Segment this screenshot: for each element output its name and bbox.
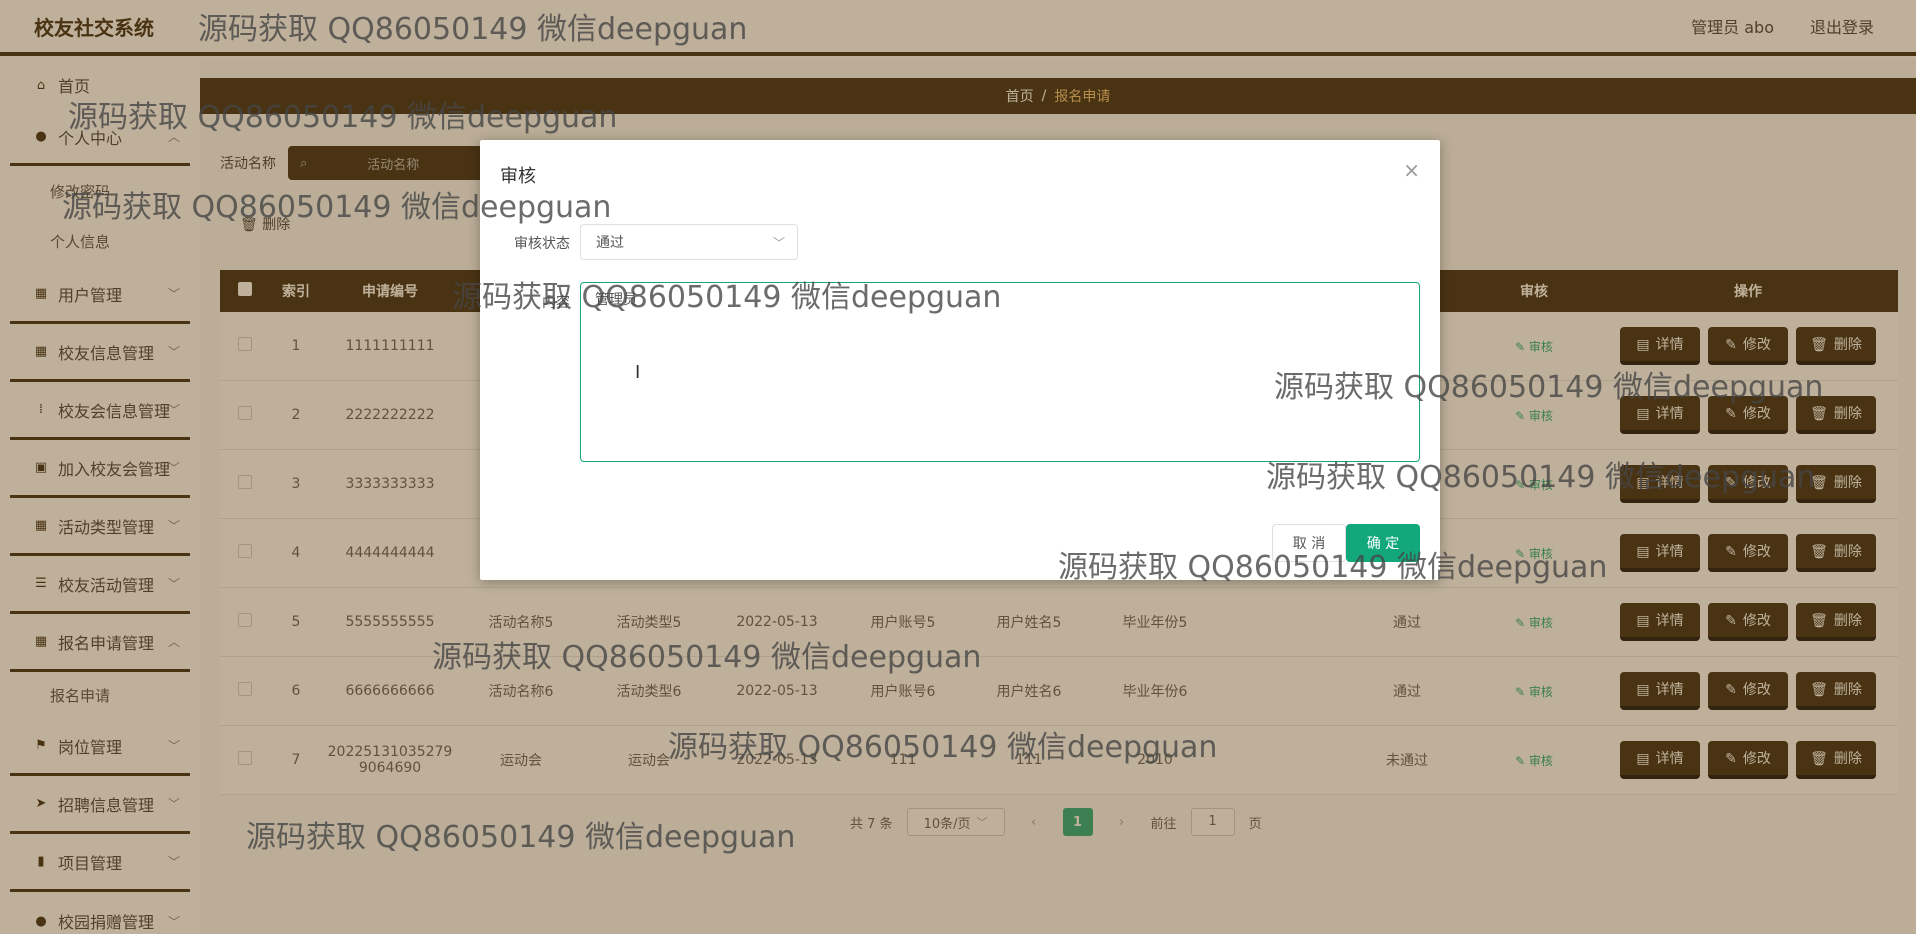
text-cursor-icon: I — [635, 362, 641, 383]
cancel-button[interactable]: 取 消 — [1272, 524, 1346, 562]
status-select[interactable]: 通过 ﹀ — [580, 224, 798, 260]
content-label: 内容 — [542, 295, 570, 311]
status-select-value: 通过 — [596, 235, 624, 251]
dialog-title: 审核 — [500, 166, 536, 187]
confirm-button[interactable]: 确 定 — [1346, 524, 1420, 562]
close-icon[interactable]: × — [1403, 158, 1420, 182]
status-label: 审核状态 — [514, 236, 570, 252]
audit-dialog: 审核 × 审核状态 通过 ﹀ 内容 管理员 I 取 消 确 定 — [480, 140, 1440, 580]
chevron-down-icon: ﹀ — [772, 235, 785, 250]
content-textarea[interactable]: 管理员 — [580, 282, 1420, 462]
